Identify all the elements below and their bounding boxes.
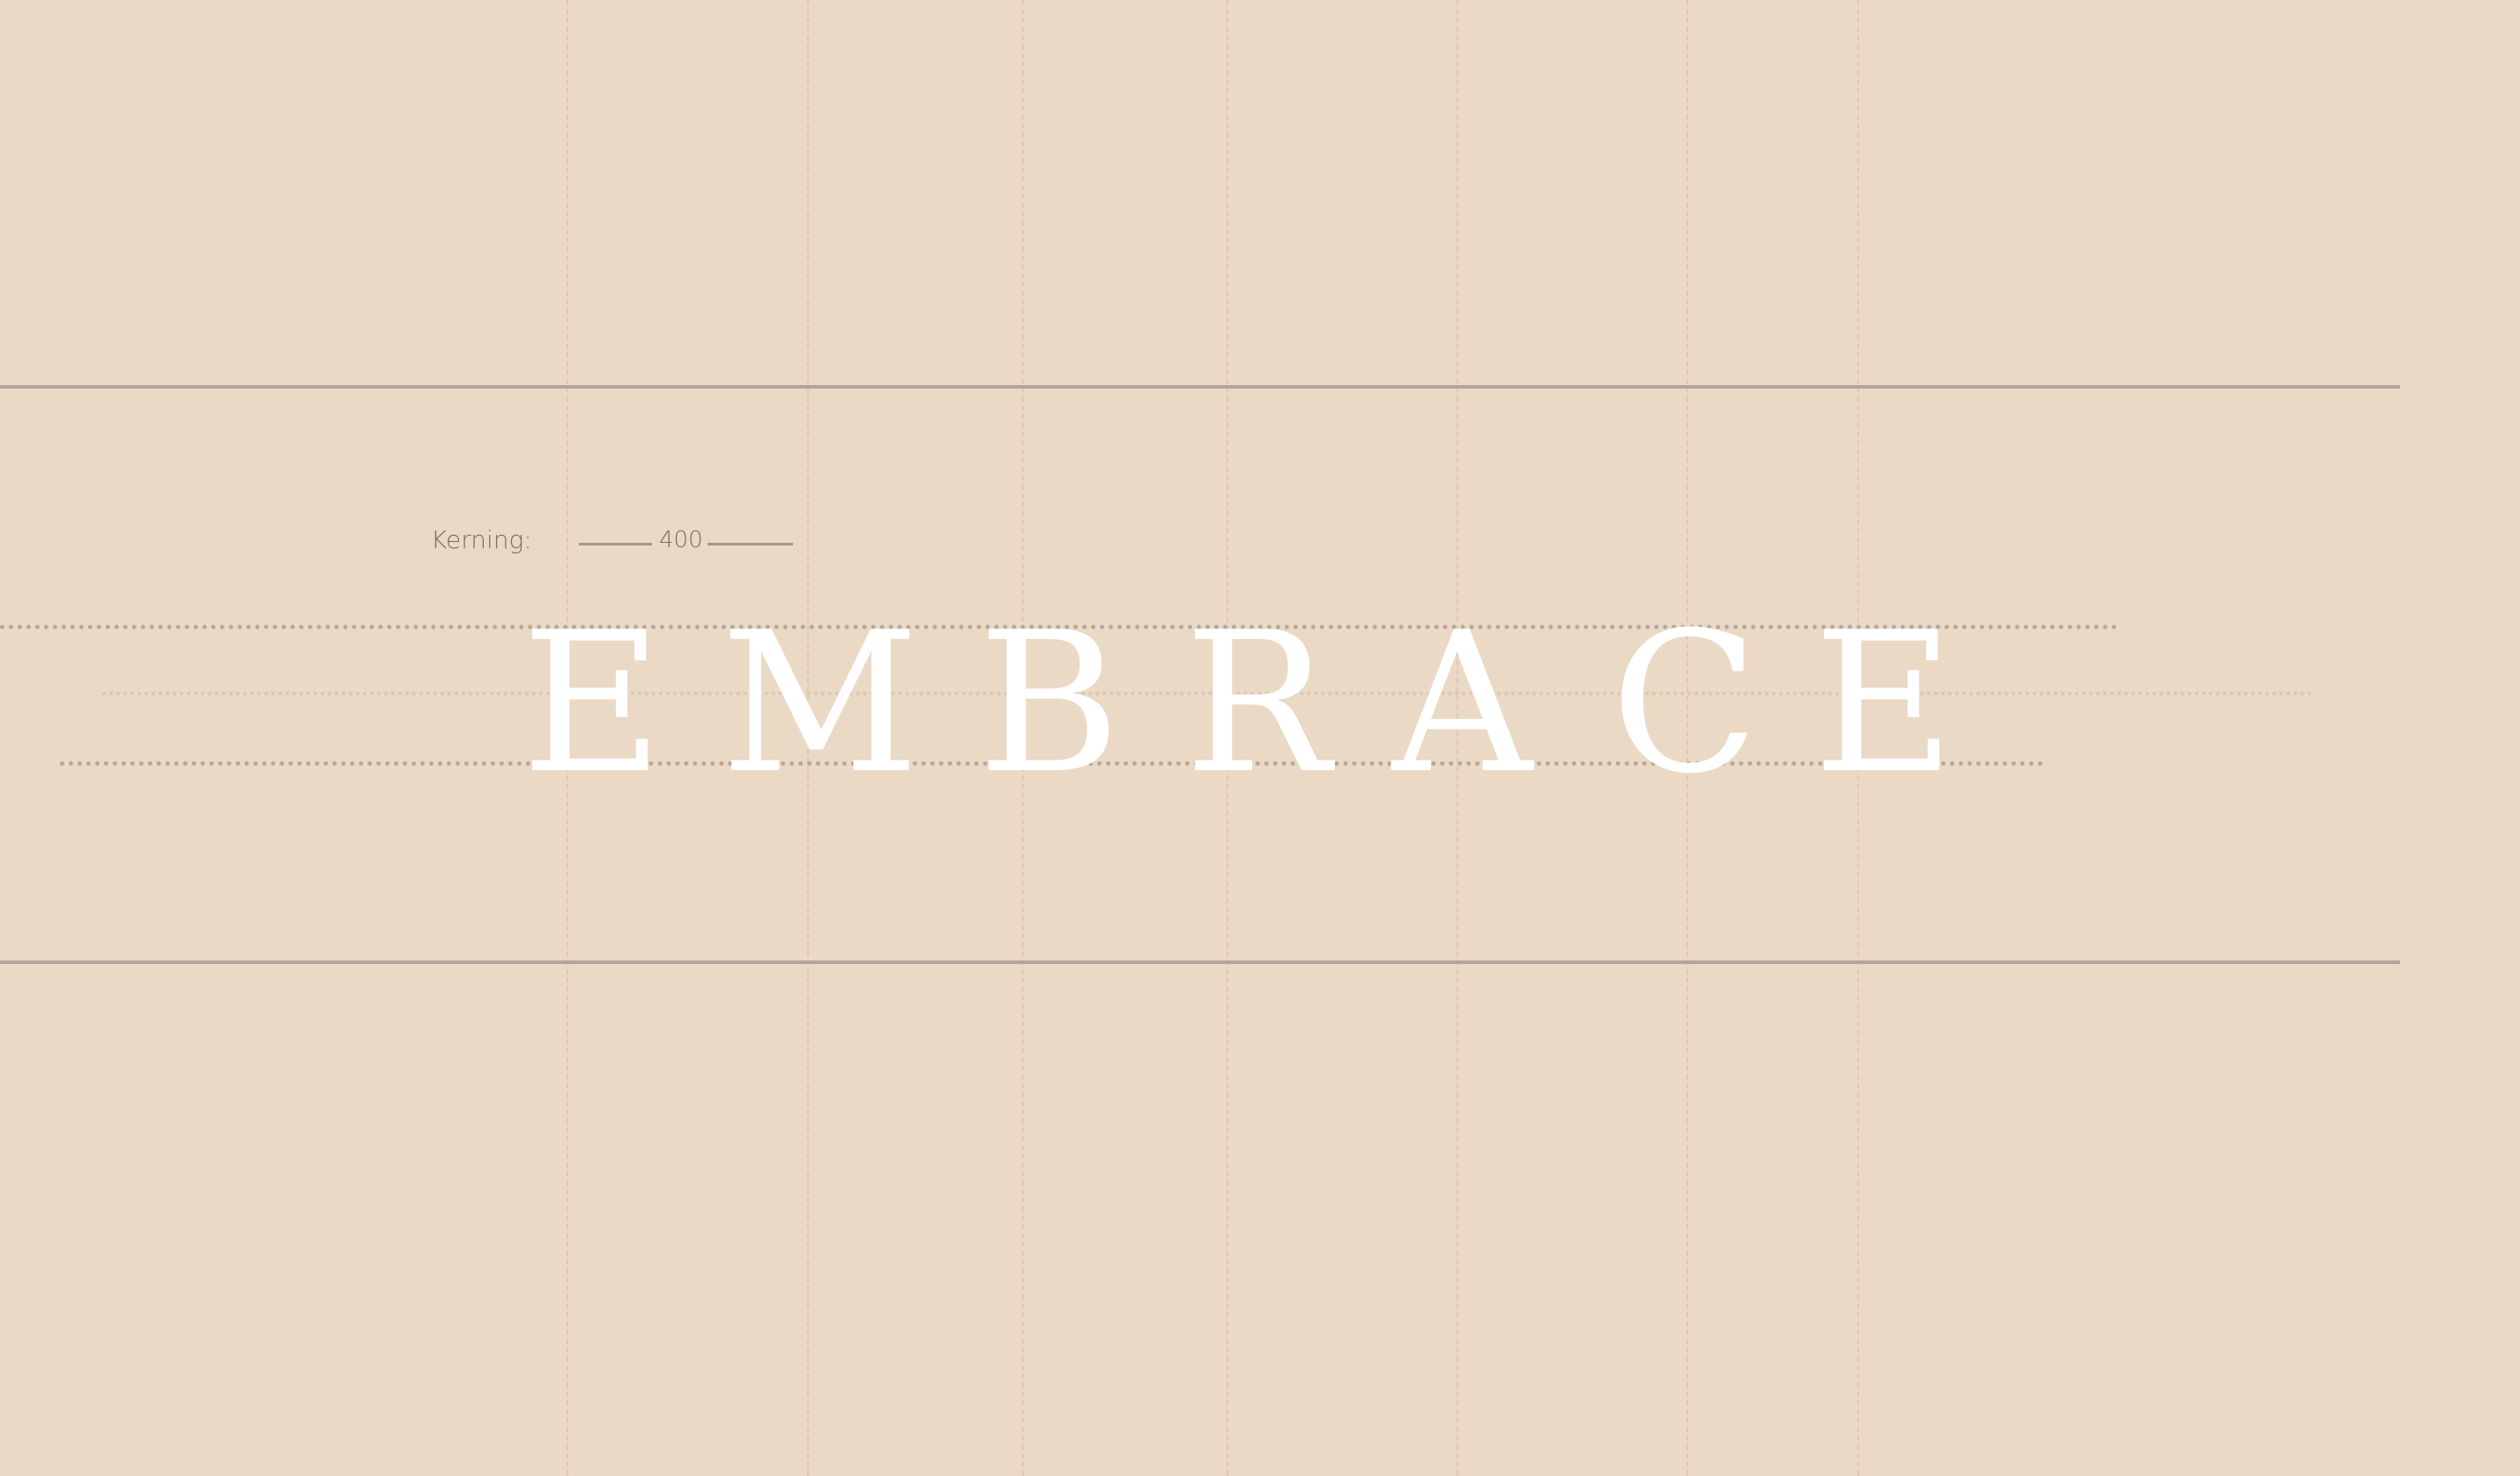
letter-m: M <box>721 590 920 816</box>
letter-a: A <box>1392 590 1532 816</box>
kerning-measure-line-right <box>708 543 793 545</box>
letter-e: E <box>522 590 663 816</box>
bottom-rule <box>0 961 2400 964</box>
letter-e-final: E <box>1813 590 1955 816</box>
typography-specimen: Kerning: 400 E M B R A C E <box>0 0 2520 1476</box>
letter-b: B <box>978 590 1121 816</box>
letter-c: C <box>1611 590 1760 816</box>
letter-r: R <box>1184 590 1330 816</box>
top-rule <box>0 385 2400 389</box>
kerning-measure-line-left <box>579 543 652 545</box>
kerning-label: Kerning: <box>431 525 532 554</box>
kerning-value: 400 <box>659 527 703 553</box>
